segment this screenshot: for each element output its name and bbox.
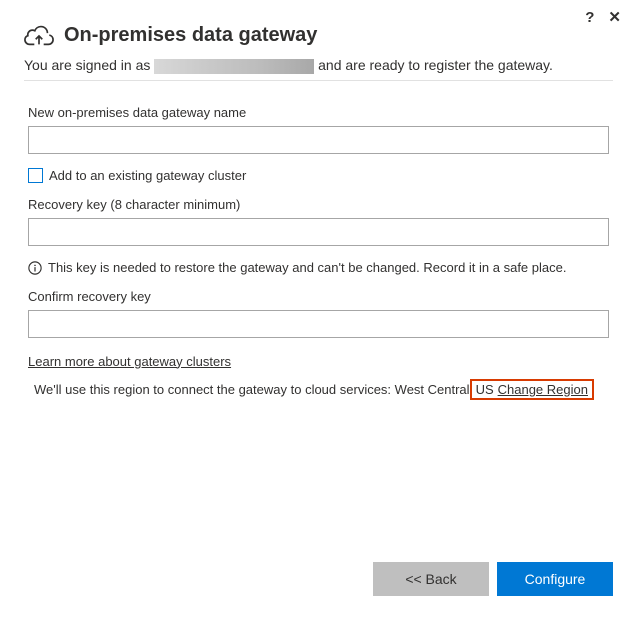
gateway-name-label: New on-premises data gateway name bbox=[28, 105, 609, 120]
back-button[interactable]: << Back bbox=[373, 562, 489, 596]
gateway-name-input[interactable] bbox=[28, 126, 609, 154]
user-email-redacted bbox=[154, 59, 314, 74]
cloud-upload-icon bbox=[24, 22, 54, 48]
confirm-key-input[interactable] bbox=[28, 310, 609, 338]
change-region-highlight: US Change Region bbox=[470, 379, 594, 400]
header: On-premises data gateway bbox=[0, 0, 637, 48]
recovery-key-input[interactable] bbox=[28, 218, 609, 246]
learn-more-link[interactable]: Learn more about gateway clusters bbox=[28, 354, 231, 369]
add-cluster-label: Add to an existing gateway cluster bbox=[49, 168, 246, 183]
add-cluster-checkbox[interactable] bbox=[28, 168, 43, 183]
help-icon[interactable]: ? bbox=[585, 9, 594, 26]
page-title: On-premises data gateway bbox=[64, 24, 317, 47]
info-icon bbox=[28, 261, 42, 275]
configure-button[interactable]: Configure bbox=[497, 562, 613, 596]
recovery-key-label: Recovery key (8 character minimum) bbox=[28, 197, 609, 212]
region-text: We'll use this region to connect the gat… bbox=[0, 379, 637, 400]
recovery-info-text: This key is needed to restore the gatewa… bbox=[48, 260, 566, 275]
signed-in-text: You are signed in as and are ready to re… bbox=[0, 48, 637, 80]
close-icon[interactable]: ✕ bbox=[608, 8, 621, 26]
confirm-key-label: Confirm recovery key bbox=[28, 289, 609, 304]
change-region-link[interactable]: Change Region bbox=[498, 382, 588, 397]
